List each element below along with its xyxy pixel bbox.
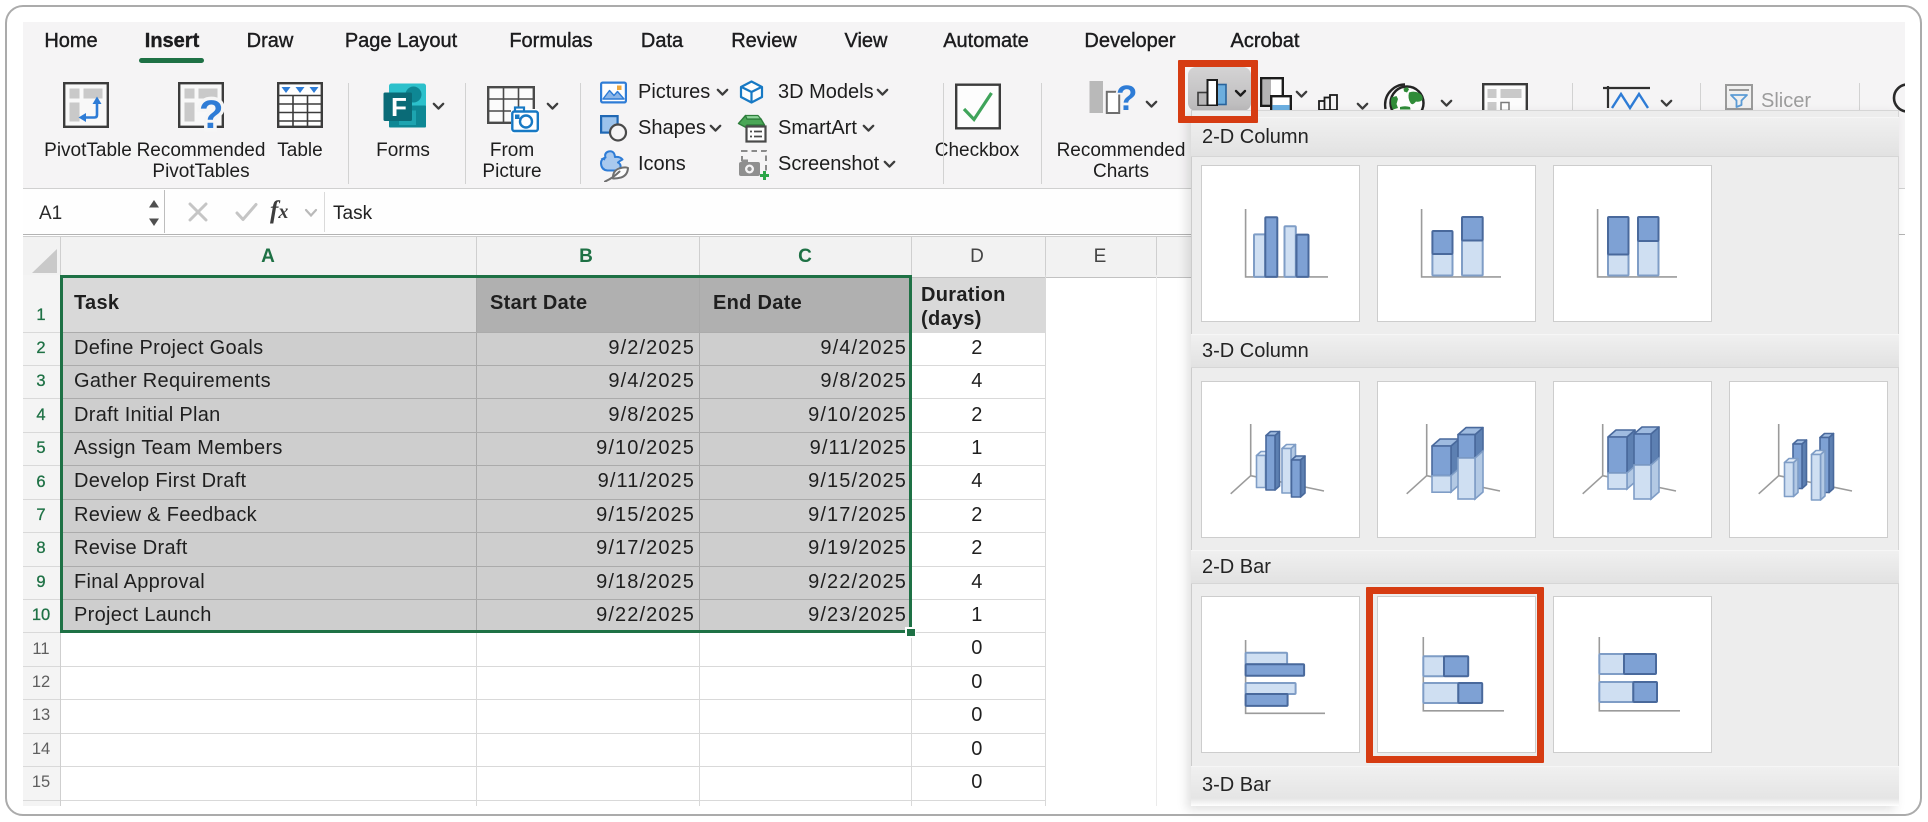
svg-text:?: ?	[1116, 79, 1137, 114]
svg-text:?: ?	[199, 93, 223, 132]
svg-text:F: F	[391, 92, 407, 122]
